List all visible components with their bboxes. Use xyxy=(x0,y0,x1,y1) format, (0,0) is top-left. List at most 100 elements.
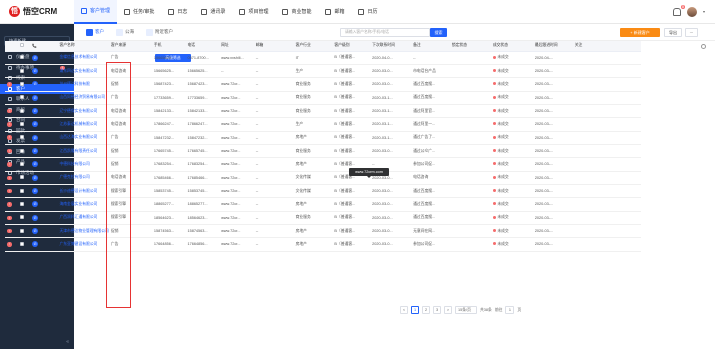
cell-name[interactable]: 苏州德达科技有限 xyxy=(57,77,109,92)
column-header[interactable]: 客户来源 xyxy=(108,41,152,52)
phone-call-icon[interactable]: ✆ xyxy=(32,94,39,101)
call-cell[interactable]: ✆ xyxy=(30,131,58,145)
cell-follow[interactable] xyxy=(572,211,612,225)
page-button-3[interactable]: 3 xyxy=(433,306,441,314)
cell-follow[interactable] xyxy=(572,224,612,239)
call-cell[interactable]: ✆ xyxy=(30,184,58,199)
tab-2[interactable]: 附近客户 xyxy=(142,27,177,38)
cell-name[interactable]: 广德克拉有限公司 xyxy=(57,171,109,185)
column-header[interactable]: 网址 xyxy=(219,41,254,52)
cell-name[interactable]: 金蝶信息技术有限公司 xyxy=(57,51,109,65)
call-cell[interactable]: ✆ xyxy=(30,64,58,79)
cell-follow[interactable] xyxy=(572,144,612,159)
nav-item-5[interactable]: 商业智能 xyxy=(275,0,318,24)
phone-call-icon[interactable]: ✆ xyxy=(32,174,39,181)
column-header[interactable]: 锁定状态 xyxy=(449,41,491,52)
chevron-down-icon[interactable]: ▾ xyxy=(703,9,705,14)
row-checkbox[interactable] xyxy=(17,51,31,65)
phone-call-icon[interactable]: ✆ xyxy=(32,68,39,75)
phone-call-icon[interactable]: ✆ xyxy=(32,81,39,88)
app-logo[interactable]: 悟 悟空CRM xyxy=(0,0,74,24)
cell-name[interactable]: 山西达海实业有限公司 xyxy=(57,131,109,145)
page-button-0[interactable]: < xyxy=(400,306,408,314)
column-header[interactable]: 关注 xyxy=(572,41,612,52)
row-checkbox[interactable] xyxy=(17,131,31,145)
cell-name[interactable]: 广东亚博建设有限公司 xyxy=(57,237,109,252)
column-header[interactable]: 下次联系时间 xyxy=(370,41,412,52)
row-checkbox[interactable] xyxy=(17,171,31,185)
nav-item-4[interactable]: 项目管理 xyxy=(232,0,275,24)
column-header[interactable]: 邮箱 xyxy=(253,41,294,52)
table-row[interactable]: ! ✆ 广东亚博建设有限公司 广告 17664856... 17664856... www.… xyxy=(5,237,641,252)
page-size-select[interactable]: 15条/页 xyxy=(455,306,477,314)
table-row[interactable]: ! ✆ 苏州德达科技有限 促销 15687423... 15687423... www.72… xyxy=(5,77,641,92)
row-checkbox[interactable] xyxy=(17,104,31,119)
cell-follow[interactable] xyxy=(572,64,612,79)
table-row[interactable]: ✆ 山西同德经济贸易有限公司 广告 17733659... 17733659... www… xyxy=(5,91,641,105)
search-button[interactable]: 搜索 xyxy=(430,28,447,37)
row-checkbox[interactable] xyxy=(17,237,31,252)
cell-follow[interactable] xyxy=(572,117,612,132)
table-row[interactable]: ! ✆ 江苏泰达机械有限公司 电话咨询 17866247... 17866247... ww… xyxy=(5,117,641,132)
column-header[interactable]: 手机 xyxy=(151,41,186,52)
cell-follow[interactable] xyxy=(572,237,612,252)
column-header[interactable]: 客户行业 xyxy=(293,41,333,52)
table-row[interactable]: ! ✆ 中德科技有限公司 促销 17683254... 17683254... www.72… xyxy=(5,157,641,172)
table-row[interactable]: ! ✆ 江西凯隆有限责任公司 促销 17665745... 17665745... www.… xyxy=(5,144,641,159)
page-button-2[interactable]: 2 xyxy=(422,306,430,314)
column-header[interactable]: 客户名称 xyxy=(57,41,109,52)
tab-0[interactable]: 客户 xyxy=(82,27,108,38)
cell-name[interactable]: 江苏泰达机械有限公司 xyxy=(57,117,109,132)
call-cell[interactable]: ✆ xyxy=(30,104,58,119)
row-checkbox[interactable] xyxy=(17,211,31,225)
table-row[interactable]: ! ✆ 广西润科汇通有限公司 搜索引擎 18564623... 18564623... ww… xyxy=(5,211,641,225)
column-header[interactable]: 备注 xyxy=(411,41,450,52)
table-row[interactable]: ✆ 金蝶信息技术有限公司 广告 15665625... 0571-8700... www.… xyxy=(5,51,641,65)
row-checkbox[interactable] xyxy=(17,144,31,159)
tab-1[interactable]: 公海 xyxy=(112,27,138,38)
phone-call-icon[interactable]: ✆ xyxy=(32,241,39,248)
cell-name[interactable]: 天津市德达物业管理有限公司 xyxy=(57,224,109,239)
phone-call-icon[interactable]: ✆ xyxy=(32,134,39,141)
table-row[interactable]: ! ✆ 山西达海实业有限公司 广告 15847232... 15847232... www.… xyxy=(5,131,641,145)
table-row[interactable]: ✆ 浦东四达实业有限公司 电话咨询 15665625... 15665625... -- -… xyxy=(5,64,641,79)
table-row[interactable]: ! ✆ 辽宁德保实业有限公司 电话咨询 15842133... 15842133... ww… xyxy=(5,104,641,119)
table-row[interactable]: ! ✆ 长沙迪德设计有限公司 搜索引擎 15853745... 15853745... ww… xyxy=(5,184,641,199)
call-cell[interactable]: ✆ xyxy=(30,157,58,172)
call-cell[interactable]: ✆ xyxy=(30,51,58,65)
search-input[interactable]: 请输入客户名称/手机/电话 xyxy=(340,28,430,37)
new-customer-button[interactable]: + 新建客户 xyxy=(620,28,660,37)
nav-item-0[interactable]: 客户管理 xyxy=(74,0,118,24)
column-header[interactable]: 客户级别 xyxy=(332,41,371,52)
cell-follow[interactable] xyxy=(572,184,612,199)
phone-call-icon[interactable]: ✆ xyxy=(32,148,39,155)
call-cell[interactable]: ✆ xyxy=(30,237,58,252)
select-all-checkbox[interactable] xyxy=(17,41,31,52)
call-cell[interactable]: ✆ xyxy=(30,224,58,239)
table-row[interactable]: ! ✆ 天津市德达物业管理有限公司 促销 15874563... 15874563... w… xyxy=(5,224,641,239)
user-avatar[interactable] xyxy=(686,6,697,17)
nav-item-6[interactable]: 邮箱 xyxy=(318,0,351,24)
nav-item-3[interactable]: 通讯录 xyxy=(194,0,232,24)
phone-call-icon[interactable]: ✆ xyxy=(32,201,39,208)
call-cell[interactable]: ✆ xyxy=(30,77,58,92)
phone-call-icon[interactable]: ✆ xyxy=(32,121,39,128)
cell-name[interactable]: 中德科技有限公司 xyxy=(57,157,109,172)
column-settings-icon[interactable] xyxy=(701,44,706,49)
phone-call-icon[interactable]: ✆ xyxy=(32,214,39,221)
column-header[interactable]: 最后跟进时间 xyxy=(532,41,573,52)
cell-follow[interactable] xyxy=(572,91,612,105)
cell-name[interactable]: 浦东四达实业有限公司 xyxy=(57,64,109,79)
call-cell[interactable]: ✆ xyxy=(30,197,58,212)
call-cell[interactable]: ✆ xyxy=(30,211,58,225)
cell-name[interactable]: 长沙迪德设计有限公司 xyxy=(57,184,109,199)
cell-follow[interactable] xyxy=(572,51,612,65)
call-cell[interactable]: ✆ xyxy=(30,171,58,185)
phone-call-icon[interactable]: ✆ xyxy=(32,188,39,195)
collapse-sidebar-icon[interactable]: « xyxy=(66,339,69,345)
page-jump-input[interactable]: 1 xyxy=(505,306,515,314)
column-header[interactable]: 电话 xyxy=(185,41,220,52)
row-checkbox[interactable] xyxy=(17,157,31,172)
row-checkbox[interactable] xyxy=(17,117,31,132)
notification-bell-icon[interactable]: 8 xyxy=(672,4,685,16)
